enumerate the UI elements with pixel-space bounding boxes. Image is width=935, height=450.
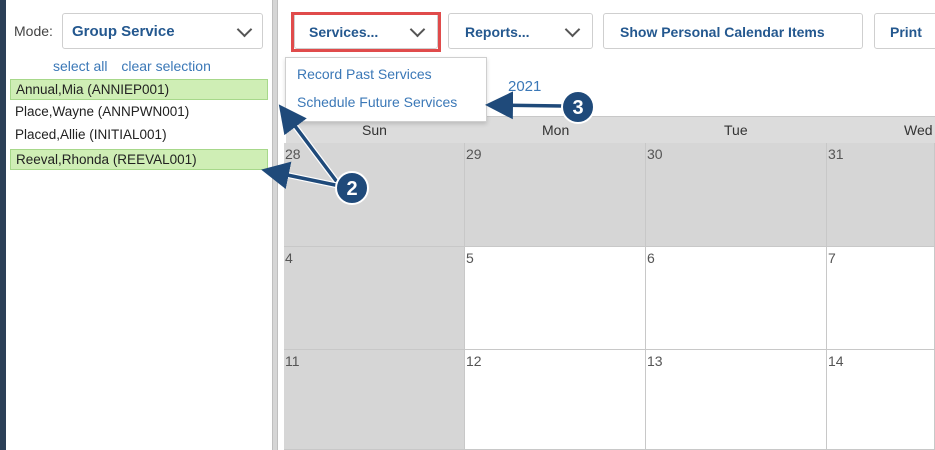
callout-overlay: 2 3	[261, 90, 595, 205]
callout-number-2: 2	[346, 178, 357, 200]
callout-arrow	[485, 91, 564, 120]
callout-number-3: 3	[572, 97, 583, 119]
